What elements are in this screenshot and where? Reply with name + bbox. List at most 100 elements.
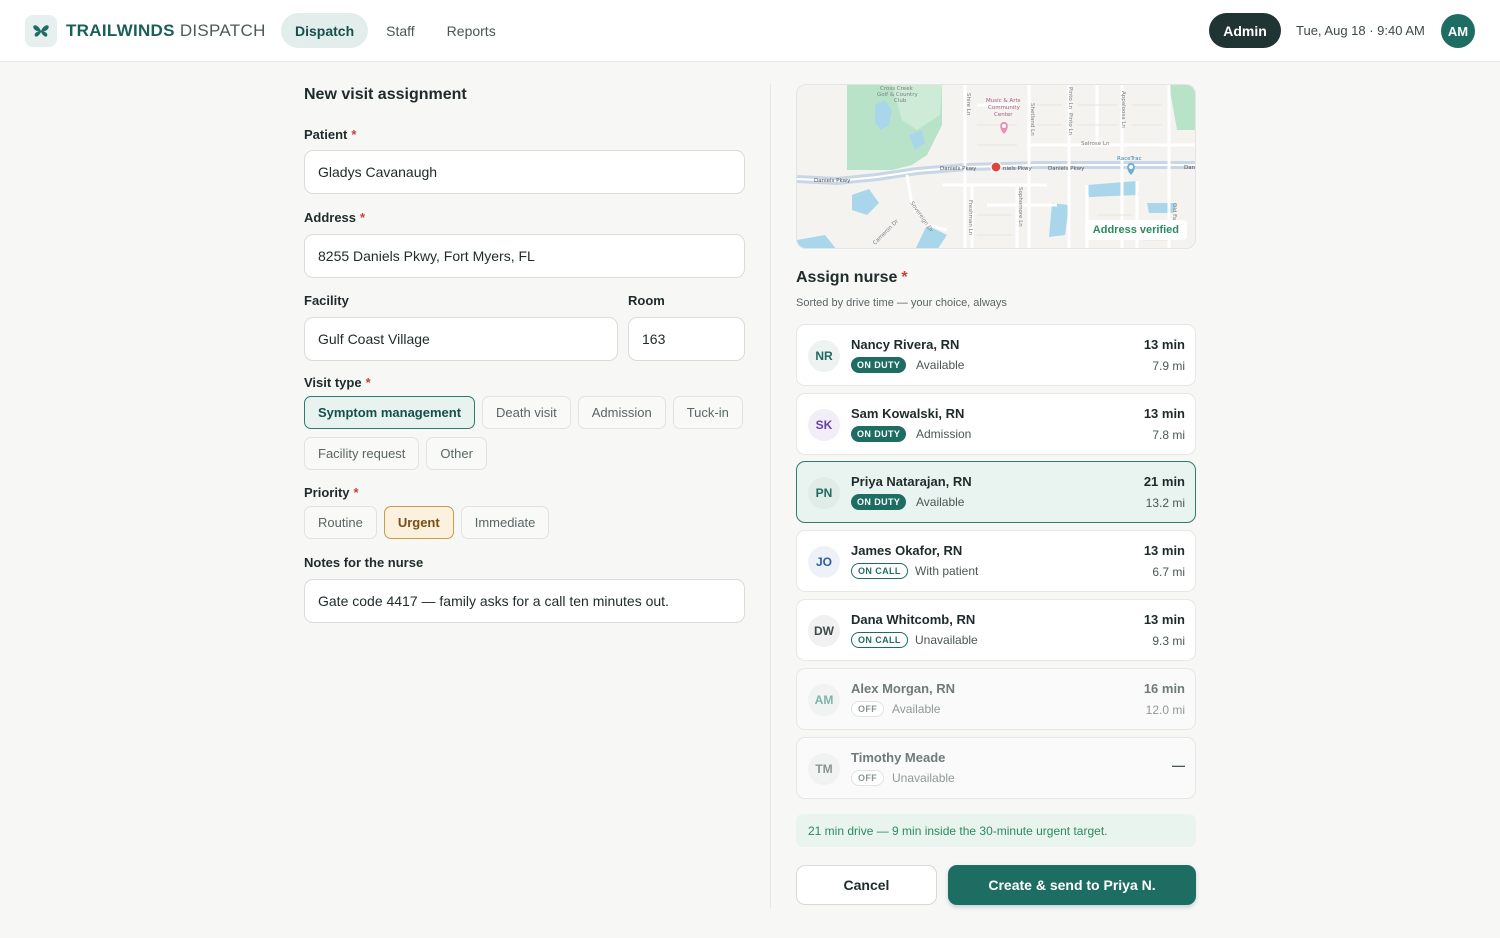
address-map[interactable]: Cross Creek Golf & Country Club Music & … [796,84,1196,249]
visit-type-symptom-management[interactable]: Symptom management [304,396,476,429]
role-admin-pill[interactable]: Admin [1209,13,1281,48]
drive-time: 13 min [1143,612,1185,627]
visit-type-other[interactable]: Other [426,437,487,470]
room-input[interactable]: 163 [628,317,745,361]
tab-reports[interactable]: Reports [433,13,510,48]
room-label: Room [628,293,665,308]
visit-type-tuck-in[interactable]: Tuck-in [672,396,743,429]
duty-status-badge: OFF [851,701,885,717]
required-asterisk: * [351,127,357,142]
nurse-initials-avatar: PN [808,477,840,509]
drive-time: 13 min [1143,543,1185,558]
map-label-golf-3: Club [894,98,907,104]
priority-chips: Routine Urgent Immediate [304,506,550,539]
assign-nurse-title-text: Assign nurse [796,269,898,286]
butterfly-logo-icon [25,15,57,47]
drive-distance: 7.9 mi [1152,359,1185,373]
nurse-card-james-okafor[interactable]: JO James Okafor, RN ON CALL With patient… [796,530,1196,592]
map-label-daniels-left: Daniels Pkwy [814,178,851,184]
nurse-initials-avatar: DW [808,615,840,647]
map-label-daniels-mid: Daniels Pkwy [940,166,977,172]
tab-dispatch[interactable]: Dispatch [281,13,369,48]
nurse-name: Priya Natarajan, RN [851,474,972,489]
facility-input[interactable]: Gulf Coast Village [304,317,618,361]
notes-label: Notes for the nurse [304,555,424,570]
visit-type-death-visit[interactable]: Death visit [482,396,571,429]
assign-nurse-title: Assign nurse * [796,269,908,287]
nurse-initials-avatar: AM [808,684,840,716]
priority-urgent[interactable]: Urgent [383,506,454,539]
nurse-card-alex-morgan[interactable]: AM Alex Morgan, RN OFF Available 16 min … [796,668,1196,730]
map-label-freshman: Freshman Ln [967,200,973,236]
cancel-button[interactable]: Cancel [796,865,937,905]
nurse-card-priya-natarajan[interactable]: PN Priya Natarajan, RN ON DUTY Available… [796,461,1196,523]
availability-status: Unavailable [892,771,955,785]
user-avatar[interactable]: AM [1441,14,1475,48]
nurse-name: Sam Kowalski, RN [851,406,965,421]
brand-primary: TRAILWINDS [66,21,175,40]
nurse-card-timothy-meade[interactable]: TM Timothy Meade OFF Unavailable — [796,737,1196,799]
drive-time: 13 min [1143,337,1185,352]
nurse-card-sam-kowalski[interactable]: SK Sam Kowalski, RN ON DUTY Admission 13… [796,393,1196,455]
visit-type-label: Visit type * [304,375,371,390]
priority-label-text: Priority [304,485,350,500]
nurse-name: Timothy Meade [851,750,946,765]
nurse-initials-avatar: JO [808,546,840,578]
required-asterisk: * [353,485,359,500]
visit-type-facility-request[interactable]: Facility request [304,437,420,470]
priority-routine[interactable]: Routine [304,506,377,539]
map-label-pinto-2: Pinto Ln [1067,113,1073,136]
availability-status: Available [916,495,965,509]
map-label-sophomore: Sophomore Ln [1017,187,1023,227]
visit-type-admission[interactable]: Admission [577,396,666,429]
drive-time-summary: 21 min drive — 9 min inside the 30-minut… [796,814,1196,847]
patient-input[interactable]: Gladys Cavanaugh [304,150,745,194]
duty-status-badge: ON CALL [851,563,908,579]
availability-status: Available [892,702,941,716]
map-label-shire: Shire Ln [965,93,971,116]
duty-status-badge: OFF [851,770,885,786]
nurse-name: James Okafor, RN [851,543,963,558]
drive-time: — [1172,758,1185,773]
map-label-racetrac: RaceTrac [1117,156,1142,162]
nurse-initials-avatar: TM [808,753,840,785]
map-label-shetland: Shetland Ln [1029,103,1035,136]
nurse-name: Alex Morgan, RN [851,681,956,696]
duty-status-badge: ON DUTY [851,357,907,373]
nurse-card-nancy-rivera[interactable]: NR Nancy Rivera, RN ON DUTY Available 13… [796,324,1196,386]
map-label-dan: Dan [1184,165,1196,171]
priority-label: Priority * [304,485,359,500]
visit-type-chips-row1: Symptom management Death visit Admission… [304,396,743,429]
required-asterisk: * [901,269,908,286]
facility-label: Facility [304,293,349,308]
priority-immediate[interactable]: Immediate [460,506,550,539]
availability-status: Unavailable [915,633,978,647]
brand-name[interactable]: TRAILWINDS DISPATCH [66,21,266,41]
patient-label: Patient * [304,127,356,142]
duty-status-badge: ON CALL [851,632,908,648]
nurse-initials-avatar: NR [808,340,840,372]
notes-input[interactable]: Gate code 4417 — family asks for a call … [304,579,745,623]
map-label-salrose: Salrose Ln [1081,141,1110,147]
visit-type-label-text: Visit type [304,375,362,390]
brand-secondary: DISPATCH [179,21,266,40]
required-asterisk: * [365,375,371,390]
tab-staff[interactable]: Staff [372,13,429,48]
main-nav: Dispatch Staff Reports [281,13,510,48]
map-label-old-fa: Old Fa [1171,203,1177,220]
nurse-card-dana-whitcomb[interactable]: DW Dana Whitcomb, RN ON CALL Unavailable… [796,599,1196,661]
drive-distance: 6.7 mi [1152,565,1185,579]
drive-distance: 13.2 mi [1145,496,1185,510]
visit-type-chips-row2: Facility request Other [304,437,487,470]
map-label-appaloosa: Appaloosa Ln [1120,91,1126,128]
create-and-send-button[interactable]: Create & send to Priya N. [948,865,1196,905]
drive-distance: 12.0 mi [1145,703,1185,717]
address-marker-icon [990,161,1002,173]
address-label: Address * [304,210,365,225]
patient-label-text: Patient [304,127,348,142]
address-input[interactable]: 8255 Daniels Pkwy, Fort Myers, FL [304,234,745,278]
nurse-initials-avatar: SK [808,409,840,441]
address-verified-badge: Address verified [1084,220,1187,240]
drive-time: 13 min [1143,406,1185,421]
map-label-center-1: Music & Arts [986,98,1021,104]
